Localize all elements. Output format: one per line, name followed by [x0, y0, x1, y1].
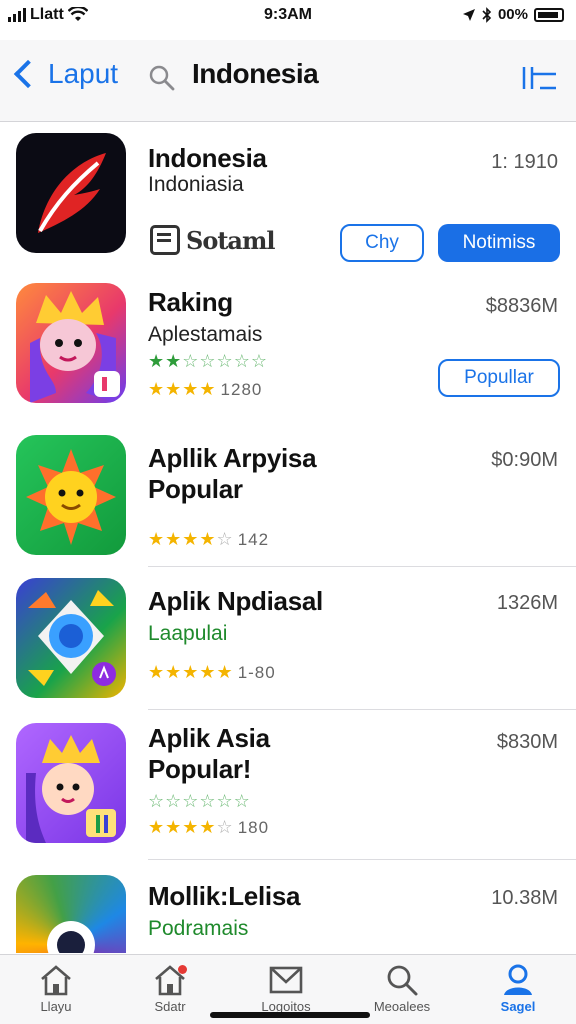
list-item[interactable]: Aplik Npdiasal Laapulai ★★★★★ 1-80 1326M: [0, 576, 576, 716]
app-name: Apllik Arpyisa Popular: [148, 443, 317, 505]
list-item[interactable]: Mollik:Lelisa Podramais 10.38M: [0, 873, 576, 963]
star-rating: ★★★★ 1280: [148, 379, 263, 399]
home-indicator[interactable]: [210, 1012, 370, 1018]
popular-button[interactable]: Popullar: [438, 359, 560, 397]
status-bar: Llatt 9:3AM 00%: [0, 0, 576, 32]
back-button[interactable]: Laput: [10, 58, 118, 90]
tab-llayu[interactable]: Llayu: [6, 963, 106, 1014]
battery-icon: [534, 7, 564, 22]
feather-icon: [38, 153, 106, 233]
app-price: 1326M: [496, 592, 558, 614]
bluetooth-icon: [482, 6, 492, 23]
divider: [148, 859, 576, 860]
app-icon-feather: [16, 133, 126, 253]
tab-meoalees[interactable]: Meoalees: [352, 963, 452, 1014]
app-name: Mollik:Lelisa: [148, 881, 301, 911]
tab-label: Sdatr: [154, 999, 186, 1014]
app-name-line2: Popular: [148, 474, 243, 504]
tab-logoitos[interactable]: Logoitos: [236, 963, 336, 1014]
tab-label: Llayu: [40, 999, 72, 1014]
green-star-rating: ★★ ☆☆☆☆☆: [148, 351, 268, 371]
rating-count: 142: [237, 529, 270, 549]
app-icon-camera: [16, 578, 126, 698]
app-price: 1: 1910: [491, 151, 558, 173]
app-subtitle: Podramais: [148, 917, 249, 940]
green-star-rating: ☆☆☆☆☆☆: [148, 791, 251, 811]
search-icon[interactable]: [148, 64, 176, 92]
app-name: Raking: [148, 287, 233, 317]
badge-label: Sotaml: [186, 225, 275, 255]
sun-character-icon: [26, 449, 116, 545]
notimiss-button[interactable]: Notimiss: [438, 224, 560, 262]
tab-label: Meoalees: [373, 999, 431, 1014]
envelope-icon: [269, 966, 303, 994]
star-rating: ★★★★ ☆ 142: [148, 529, 270, 549]
back-label: Laput: [48, 58, 119, 89]
app-name: Aplik Npdiasal: [148, 586, 323, 616]
tab-sdatr[interactable]: Sdatr: [120, 963, 220, 1014]
app-name-line1: Apllik Arpyisa: [148, 443, 317, 473]
divider: [148, 566, 576, 567]
home-icon: [41, 965, 71, 996]
app-price: $8836M: [485, 295, 558, 317]
battery-percent: 00%: [497, 6, 528, 23]
notification-dot: [178, 965, 187, 974]
girl-character-icon: [26, 735, 116, 843]
tab-sagel[interactable]: Sagel: [468, 963, 568, 1014]
app-badge: Sotaml: [150, 225, 275, 255]
app-price: 10.38M: [491, 887, 558, 909]
camera-lens-icon: [28, 590, 116, 686]
app-icon-eye: [16, 875, 126, 953]
list-item[interactable]: Aplik Asia Popular! ☆☆☆☆☆☆ ★★★★ ☆ 180 $830…: [0, 719, 576, 860]
app-name-line1: Aplik Asia: [148, 723, 270, 753]
list-item[interactable]: Raking Aplestamais ★★ ☆☆☆☆☆ ★★★★ 1280 $883…: [0, 283, 576, 423]
app-name: Aplik Asia Popular!: [148, 723, 270, 785]
app-price: $830M: [496, 731, 558, 753]
app-subtitle: Aplestamais: [148, 323, 263, 346]
location-icon: [462, 8, 475, 21]
document-icon: [150, 225, 180, 255]
app-name-line2: Popular!: [148, 754, 252, 784]
tab-label: Sagel: [500, 999, 536, 1014]
app-name: Indonesia: [148, 143, 267, 173]
list-item[interactable]: Apllik Arpyisa Popular ★★★★ ☆ 142 $0:90M: [0, 433, 576, 573]
app-icon-girl: [16, 723, 126, 843]
person-icon: [504, 964, 532, 995]
chy-button[interactable]: Chy: [340, 224, 424, 262]
app-price: $0:90M: [491, 449, 558, 471]
star-rating: ★★★★ ☆ 180: [148, 817, 270, 837]
app-icon-jester: [16, 283, 126, 403]
nav-bar: Laput Indonesia: [0, 40, 576, 122]
eye-icon: [47, 921, 95, 953]
star-rating: ★★★★★ 1-80: [148, 662, 276, 682]
rating-count: 1280: [220, 379, 263, 399]
rating-count: 180: [237, 817, 270, 837]
search-icon: [387, 965, 418, 996]
app-icon-sun: [16, 435, 126, 555]
app-subtitle: Indoniasia: [148, 173, 244, 196]
rating-count: 1-80: [237, 662, 276, 682]
divider: [148, 709, 576, 710]
app-subtitle: Laapulai: [148, 622, 228, 645]
chevron-left-icon: [13, 59, 43, 89]
jester-character-icon: [30, 291, 120, 403]
list-item[interactable]: Indonesia Indoniasia 1: 1910 Sotaml Chy …: [0, 133, 576, 273]
page-title: Indonesia: [192, 58, 319, 89]
status-right: 00%: [462, 6, 564, 23]
filter-icon[interactable]: [522, 64, 558, 92]
